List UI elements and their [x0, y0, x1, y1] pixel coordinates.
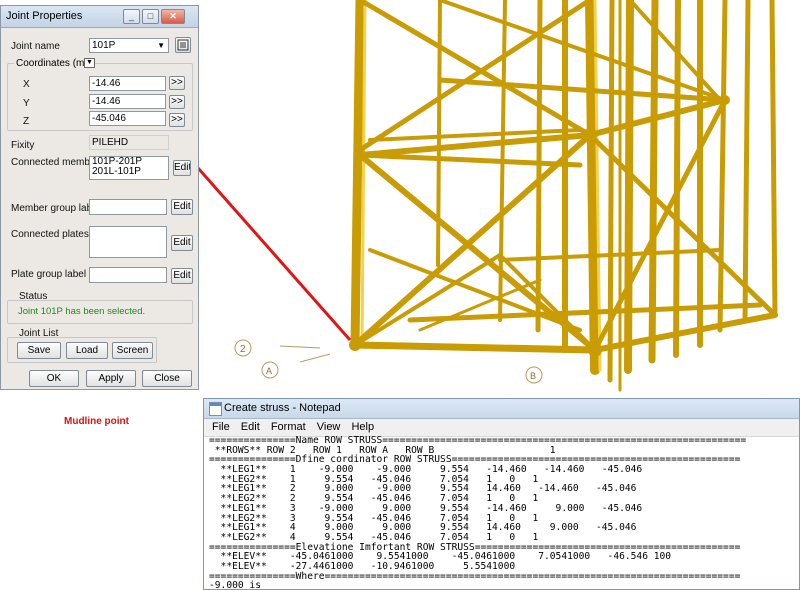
apply-button[interactable]: Apply: [86, 370, 136, 387]
fixity-value: PILEHD: [89, 135, 169, 150]
z-label: Z: [23, 116, 30, 127]
list-icon: [177, 39, 189, 51]
joint-name-value: 101P: [92, 40, 116, 51]
save-button[interactable]: Save: [17, 342, 61, 359]
y-input[interactable]: -14.46: [89, 94, 166, 109]
menu-view[interactable]: View: [317, 421, 341, 433]
joint-properties-window: Joint Properties _ □ ✕ Joint name 101P ▼…: [0, 5, 199, 390]
member-group-input[interactable]: [89, 199, 167, 215]
y-arrow-button[interactable]: >>: [169, 95, 185, 109]
joint-properties-titlebar[interactable]: Joint Properties _ □ ✕: [1, 6, 198, 28]
menu-edit[interactable]: Edit: [241, 421, 260, 433]
fixity-label: Fixity: [11, 140, 35, 151]
z-input[interactable]: -45.046: [89, 111, 166, 126]
y-label: Y: [23, 98, 30, 109]
notepad-icon: [209, 402, 222, 416]
connected-members-list[interactable]: 101P-201P 201L-101P: [89, 156, 169, 180]
connected-plates-list[interactable]: [89, 226, 167, 258]
notepad-window: Create struss - Notepad File Edit Format…: [203, 398, 800, 590]
edit-members-button[interactable]: Edit: [173, 160, 191, 176]
z-arrow-button[interactable]: >>: [169, 113, 185, 127]
text-line: ===============Where====================…: [209, 570, 741, 582]
menu-format[interactable]: Format: [271, 421, 306, 433]
maximize-icon[interactable]: □: [142, 9, 159, 24]
joint-name-label: Joint name: [11, 41, 60, 52]
chevron-down-icon: ▼: [157, 41, 165, 50]
plate-group-input[interactable]: [89, 267, 167, 283]
edit-plate-group-button[interactable]: Edit: [171, 268, 193, 284]
menu-help[interactable]: Help: [351, 421, 374, 433]
status-text: Joint 101P has been selected.: [18, 306, 146, 317]
list-icon-button[interactable]: [175, 37, 191, 53]
x-input[interactable]: -14.46: [89, 76, 166, 91]
edit-plates-button[interactable]: Edit: [171, 235, 193, 251]
window-title: Joint Properties: [6, 10, 83, 22]
joint-name-dropdown[interactable]: 101P ▼: [89, 38, 169, 53]
coordinates-label: Coordinates (m): [14, 58, 90, 69]
edit-member-group-button[interactable]: Edit: [171, 199, 193, 215]
ok-button[interactable]: OK: [29, 370, 79, 387]
close-icon[interactable]: ✕: [161, 9, 185, 24]
notepad-text-area[interactable]: ===============Name ROW STRUSS==========…: [209, 436, 799, 589]
minimize-icon[interactable]: _: [123, 9, 140, 24]
close-button[interactable]: Close: [142, 370, 192, 387]
menu-file[interactable]: File: [212, 421, 230, 433]
notepad-titlebar[interactable]: Create struss - Notepad: [204, 399, 799, 419]
notepad-title: Create struss - Notepad: [224, 402, 341, 414]
status-group: Joint 101P has been selected.: [7, 300, 193, 324]
screen-button[interactable]: Screen: [112, 342, 153, 359]
x-arrow-button[interactable]: >>: [169, 76, 185, 90]
list-item[interactable]: 201L-101P: [92, 167, 168, 177]
connected-plates-label: Connected plates: [11, 229, 89, 240]
plate-group-label: Plate group label: [11, 269, 87, 280]
mudline-point-annotation: Mudline point: [64, 416, 129, 427]
text-line: -9.000 is: [209, 580, 261, 590]
load-button[interactable]: Load: [66, 342, 108, 359]
x-label: X: [23, 79, 30, 90]
member-group-label: Member group label: [11, 203, 100, 214]
coordinates-units-dropdown-icon[interactable]: ▼: [84, 58, 95, 68]
